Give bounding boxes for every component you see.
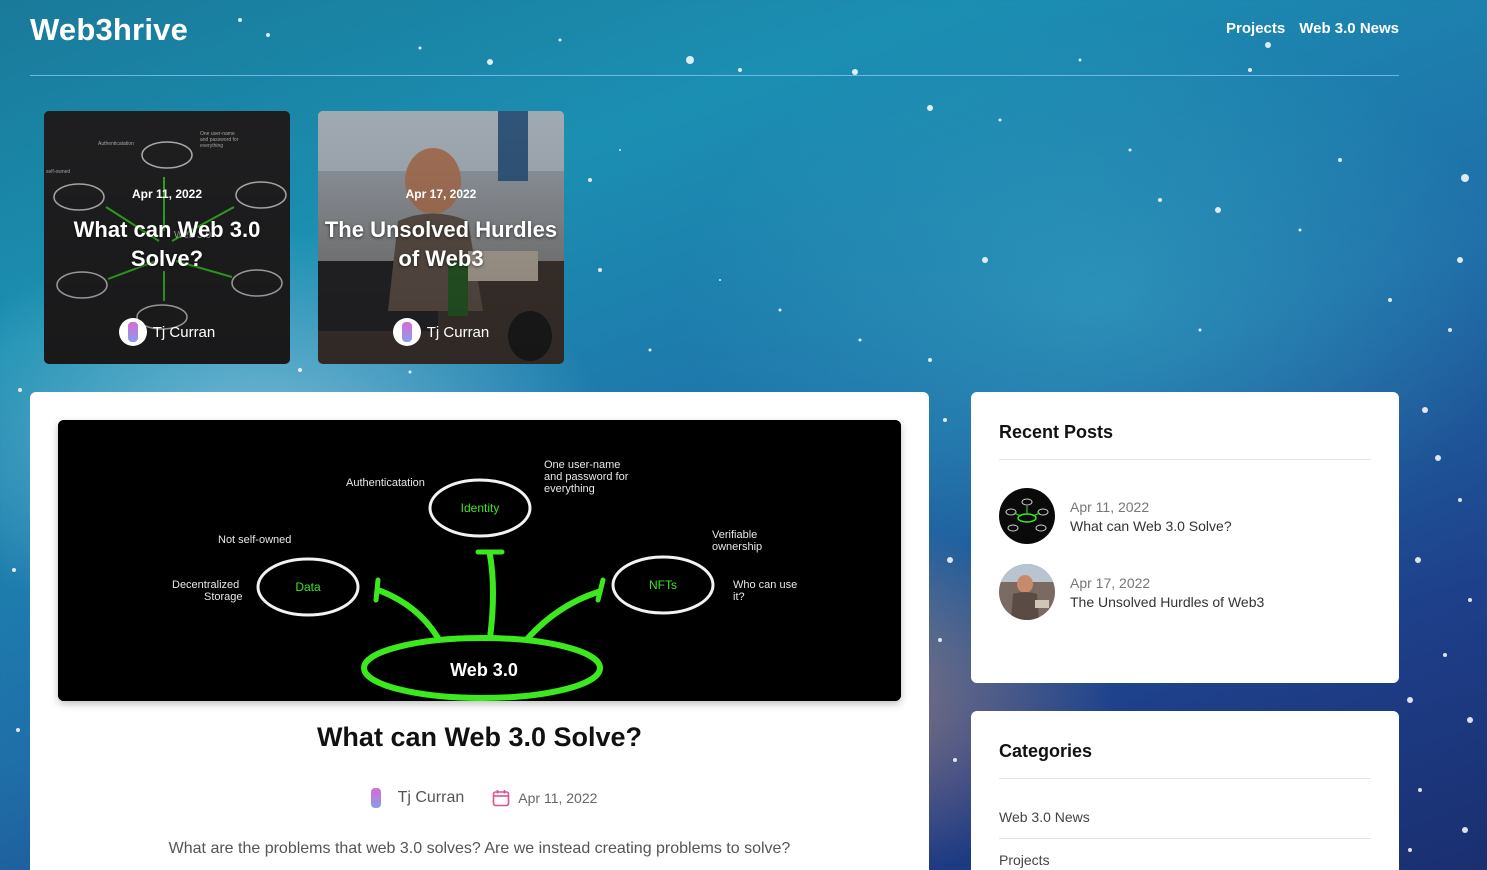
article-author[interactable]: Tj Curran bbox=[361, 784, 465, 812]
card-date: Apr 17, 2022 bbox=[405, 187, 477, 201]
label-one-user-3: everything bbox=[544, 483, 595, 495]
author-avatar bbox=[118, 318, 147, 346]
author-avatar bbox=[361, 784, 390, 812]
article-date: Apr 11, 2022 bbox=[492, 789, 597, 807]
recent-post-date: Apr 11, 2022 bbox=[1070, 498, 1150, 515]
article-author-name: Tj Curran bbox=[397, 789, 465, 806]
recent-post-thumbnail bbox=[999, 564, 1055, 620]
featured-card-web3-solve[interactable]: AuthenticatationOne user-name and passwo… bbox=[44, 111, 290, 364]
label-identity: Identity bbox=[461, 501, 500, 515]
label-verifiable-2: ownership bbox=[712, 541, 762, 553]
author-avatar bbox=[392, 318, 421, 346]
article-excerpt: What are the problems that web 3.0 solve… bbox=[168, 840, 791, 857]
recent-post-date: Apr 17, 2022 bbox=[1070, 574, 1151, 591]
recent-post-item[interactable]: Apr 17, 2022 The Unsolved Hurdles of Web… bbox=[999, 564, 1264, 620]
card-author-name: Tj Curran bbox=[426, 323, 490, 341]
recent-posts-heading: Recent Posts bbox=[999, 422, 1114, 442]
recent-post-item[interactable]: Apr 11, 2022 What can Web 3.0 Solve? bbox=[999, 488, 1232, 544]
article-hero-image[interactable]: Authenticatation One user-name and passw… bbox=[58, 420, 901, 701]
card-author-name: Tj Curran bbox=[152, 323, 216, 341]
label-decentralized-2: Storage bbox=[204, 591, 243, 603]
main-article-card: Authenticatation One user-name and passw… bbox=[30, 392, 929, 870]
label-nfts: NFTs bbox=[649, 578, 677, 592]
article-title[interactable]: What can Web 3.0 Solve? bbox=[30, 722, 929, 753]
nav-link-web3-news[interactable]: Web 3.0 News bbox=[1299, 20, 1399, 37]
label-not-self-owned: Not self-owned bbox=[218, 534, 291, 546]
card-title[interactable]: The Unsolved Hurdles of Web3 bbox=[318, 215, 564, 273]
site-header: Web3hrive Projects Web 3.0 News bbox=[30, 0, 1399, 76]
label-decentralized-1: Decentralized bbox=[172, 579, 239, 591]
divider bbox=[999, 778, 1371, 779]
article-meta: Tj Curran Apr 11, 2022 bbox=[30, 784, 929, 812]
calendar-icon bbox=[492, 790, 510, 807]
category-link-web3-news[interactable]: Web 3.0 News bbox=[999, 809, 1090, 825]
label-who-can-use-1: Who can use bbox=[733, 579, 797, 591]
card-author[interactable]: Tj Curran bbox=[44, 318, 290, 346]
recent-posts-widget: Recent Posts Apr 11, 2022 What can Web 3… bbox=[971, 392, 1399, 683]
label-one-user-2: and password for bbox=[544, 471, 629, 483]
label-verifiable-1: Verifiable bbox=[712, 529, 757, 541]
article-date-text: Apr 11, 2022 bbox=[518, 790, 598, 806]
label-data: Data bbox=[295, 580, 321, 594]
divider bbox=[999, 838, 1371, 839]
label-web3-center: Web 3.0 bbox=[450, 660, 518, 680]
featured-card-unsolved-hurdles[interactable]: Apr 17, 2022 The Unsolved Hurdles of Web… bbox=[318, 111, 564, 364]
card-date: Apr 11, 2022 bbox=[131, 187, 203, 201]
card-author[interactable]: Tj Curran bbox=[318, 318, 564, 346]
label-authentication: Authenticatation bbox=[346, 477, 425, 489]
recent-post-title[interactable]: What can Web 3.0 Solve? bbox=[1070, 518, 1232, 534]
card-title[interactable]: What can Web 3.0 Solve? bbox=[44, 215, 290, 273]
recent-post-title[interactable]: The Unsolved Hurdles of Web3 bbox=[1070, 594, 1264, 610]
site-logo[interactable]: Web3hrive bbox=[30, 12, 188, 48]
label-one-user-1: One user-name bbox=[544, 459, 620, 471]
label-who-can-use-2: it? bbox=[733, 591, 745, 603]
recent-post-thumbnail bbox=[999, 488, 1055, 544]
categories-widget: Categories Web 3.0 News Projects bbox=[971, 711, 1399, 870]
divider bbox=[999, 459, 1371, 460]
category-link-projects[interactable]: Projects bbox=[999, 852, 1050, 868]
web3-diagram: Authenticatation One user-name and passw… bbox=[58, 420, 901, 701]
categories-heading: Categories bbox=[999, 741, 1093, 761]
main-nav: Projects Web 3.0 News bbox=[1226, 20, 1399, 37]
nav-link-projects[interactable]: Projects bbox=[1226, 20, 1285, 37]
